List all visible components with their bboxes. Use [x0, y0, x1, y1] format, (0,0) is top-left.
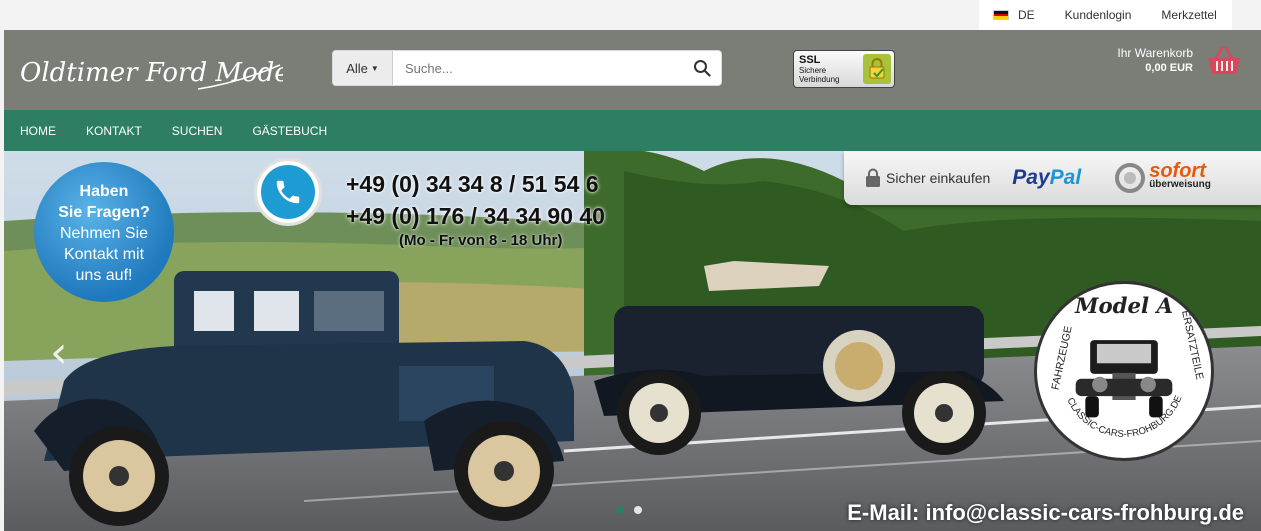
language-label: DE — [1018, 8, 1035, 22]
sofort-label: sofort — [1149, 160, 1206, 182]
ssl-badge: SSL Sichere Verbindung — [793, 50, 895, 88]
bubble-line1: Haben — [79, 183, 129, 200]
model-a-seal-logo: Model A FAHRZEUGE ERSATZTEILE CLASSIC-CA… — [1034, 281, 1214, 461]
search-category-dropdown[interactable]: Alle ▼ — [333, 51, 393, 85]
caret-down-icon: ▼ — [370, 63, 379, 73]
svg-text:Model A: Model A — [1074, 294, 1173, 319]
phone-icon — [276, 180, 300, 204]
contact-bubble[interactable]: Haben Sie Fragen? Nehmen Sie Kontakt mit… — [34, 162, 174, 302]
secure-shopping-label: Sicher einkaufen — [886, 170, 991, 186]
paypal-part-a: Pay — [1012, 166, 1050, 189]
bubble-line5: uns auf! — [75, 267, 133, 284]
phone-badge — [254, 158, 322, 226]
german-flag-icon — [993, 10, 1009, 20]
padlock-icon — [866, 168, 880, 187]
nav-item-gaestebuch[interactable]: GÄSTEBUCH — [252, 124, 327, 138]
phone-numbers: +49 (0) 34 34 8 / 51 54 6 +49 (0) 176 / … — [346, 168, 605, 249]
sofort-icon — [1115, 163, 1146, 193]
search-category-label: Alle — [346, 60, 368, 76]
login-link[interactable]: Kundenlogin — [1065, 8, 1132, 22]
svg-text:Oldtimer Ford Model A: Oldtimer Ford Model A — [20, 58, 283, 88]
search-button[interactable] — [683, 51, 721, 85]
cart-label: Ihr Warenkorb — [1117, 46, 1193, 60]
search-icon — [694, 60, 711, 77]
ssl-label: SSL — [799, 53, 821, 66]
top-utility-bar: DE Kundenlogin Merkzettel — [979, 0, 1232, 30]
ssl-line2: Verbindung — [799, 74, 840, 84]
site-header: Oldtimer Ford Model A Alle ▼ SSL Sichere… — [4, 30, 1261, 110]
search-input[interactable] — [393, 53, 683, 83]
site-logo[interactable]: Oldtimer Ford Model A — [18, 45, 283, 95]
phone-number-landline[interactable]: +49 (0) 34 34 8 / 51 54 6 — [346, 168, 605, 200]
shopping-basket-icon — [1208, 46, 1240, 74]
svg-text:FAHRZEUGE: FAHRZEUGE — [1049, 325, 1074, 391]
main-nav: HOME KONTAKT SUCHEN GÄSTEBUCH — [4, 110, 1261, 151]
nav-item-kontakt[interactable]: KONTAKT — [86, 124, 142, 138]
business-hours: (Mo - Fr von 8 - 18 Uhr) — [399, 232, 563, 249]
sofort-sub-label: überweisung — [1149, 179, 1211, 190]
nav-item-home[interactable]: HOME — [20, 124, 56, 138]
wishlist-link[interactable]: Merkzettel — [1161, 8, 1216, 22]
search-bar: Alle ▼ — [332, 50, 722, 86]
page: DE Kundenlogin Merkzettel Oldtimer Ford … — [0, 0, 1261, 531]
payment-banner: Sicher einkaufen PayPal sofort überweisun… — [844, 151, 1261, 205]
bubble-line4: Kontakt mit — [63, 246, 145, 263]
slider-dots — [616, 506, 652, 514]
slider-dot[interactable] — [634, 506, 642, 514]
paypal-logo: PayPal — [1012, 166, 1081, 190]
slider-prev-arrow[interactable]: ‹ — [50, 327, 68, 378]
cart[interactable]: Ihr Warenkorb 0,00 EUR — [1117, 46, 1241, 76]
slider-dot-active[interactable] — [616, 506, 624, 514]
phone-number-mobile[interactable]: +49 (0) 176 / 34 34 90 40 — [346, 200, 605, 232]
nav-item-suchen[interactable]: SUCHEN — [172, 124, 223, 138]
sofort-logo: sofort überweisung — [1115, 160, 1211, 193]
paypal-part-b: Pal — [1049, 166, 1082, 189]
hero-slider: Haben Sie Fragen? Nehmen Sie Kontakt mit… — [4, 151, 1261, 531]
contact-email[interactable]: E-Mail: info@classic-cars-frohburg.de — [847, 500, 1244, 526]
lock-icon — [863, 54, 891, 84]
language-selector[interactable]: DE — [993, 8, 1035, 22]
secure-shopping: Sicher einkaufen — [864, 168, 990, 188]
cart-total: 0,00 EUR — [1145, 62, 1193, 74]
bubble-line2: Sie Fragen? — [58, 204, 150, 221]
svg-text:CLASSIC-CARS-FROHBURG.DE: CLASSIC-CARS-FROHBURG.DE — [1064, 393, 1184, 439]
bubble-line3: Nehmen Sie — [59, 225, 149, 242]
ssl-line1: Sichere — [799, 65, 827, 75]
